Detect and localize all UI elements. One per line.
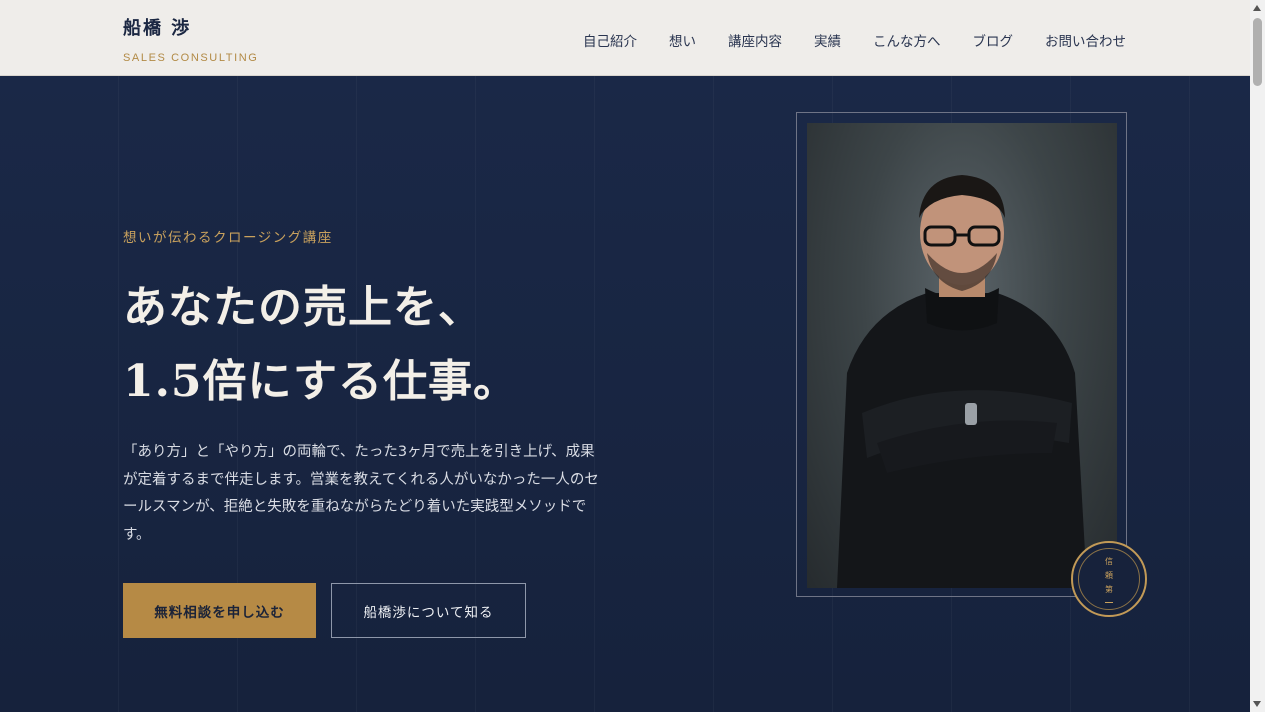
badge-char-3: 第 <box>1105 584 1113 594</box>
nav-item-target[interactable]: こんな方へ <box>873 30 941 50</box>
brand-tagline: SALES CONSULTING <box>123 52 259 64</box>
badge-char-1: 信 <box>1105 556 1113 566</box>
scroll-down-arrow-icon[interactable] <box>1253 701 1261 707</box>
portrait-photo <box>807 123 1117 588</box>
hero-headline: あなたの売上を、 1.5倍にする仕事。 <box>123 271 518 419</box>
nav-item-course[interactable]: 講座内容 <box>728 30 782 50</box>
badge-dash <box>1105 601 1113 603</box>
nav-item-blog[interactable]: ブログ <box>973 30 1014 50</box>
headline-line-2: 1.5倍にする仕事。 <box>123 356 518 407</box>
nav-item-contact[interactable]: お問い合わせ <box>1045 30 1126 50</box>
trust-badge: 信 頼 第 <box>1071 541 1147 617</box>
nav-item-vision[interactable]: 想い <box>669 30 696 50</box>
headline-line-1: あなたの売上を、 <box>123 282 483 333</box>
portrait-frame <box>796 112 1127 597</box>
brand-name[interactable]: 船橋 渉 <box>123 14 258 40</box>
about-button[interactable]: 船橋渉について知る <box>331 583 526 638</box>
free-consultation-button[interactable]: 無料相談を申し込む <box>123 583 316 638</box>
hero-eyebrow: 想いが伝わるクロージング講座 <box>123 230 333 246</box>
nav-item-profile[interactable]: 自己紹介 <box>583 30 637 50</box>
badge-char-2: 頼 <box>1105 570 1113 580</box>
nav-item-results[interactable]: 実績 <box>814 30 841 50</box>
portrait-illustration <box>837 175 1087 588</box>
main-nav: 自己紹介 想い 講座内容 実績 こんな方へ ブログ お問い合わせ <box>583 30 1126 50</box>
hero-description: 「あり方」と「やり方」の両輪で、たった3ヶ月で売上を引き上げ、成果が定着するまで… <box>123 444 599 543</box>
scrollbar[interactable] <box>1250 0 1265 712</box>
scrollbar-thumb[interactable] <box>1253 18 1262 86</box>
badge-inner-ring: 信 頼 第 <box>1078 548 1140 610</box>
brand[interactable]: 船橋 渉 SALES CONSULTING <box>123 14 258 64</box>
site-header: 船橋 渉 SALES CONSULTING 自己紹介 想い 講座内容 実績 こん… <box>0 0 1250 76</box>
scroll-up-arrow-icon[interactable] <box>1253 5 1261 11</box>
